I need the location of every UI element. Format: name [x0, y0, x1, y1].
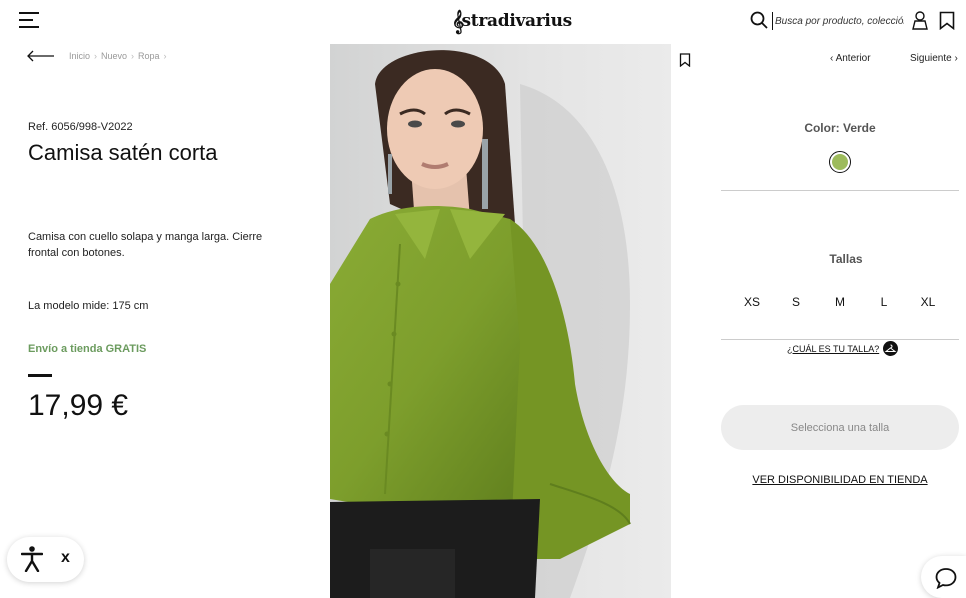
next-label: Siguiente: [910, 53, 952, 64]
back-arrow-icon[interactable]: [27, 50, 55, 62]
size-guide-link[interactable]: ¿CUÁL ES TU TALLA?: [787, 341, 899, 356]
product-description: Camisa con cuello solapa y manga larga. …: [28, 231, 263, 259]
user-icon[interactable]: [911, 11, 929, 30]
product-price: 17,99 €: [28, 389, 129, 422]
wishlist-icon[interactable]: [939, 11, 955, 30]
product-ref: Ref. 6056/998-V2022: [28, 121, 133, 133]
swatch-fill: [832, 154, 848, 170]
divider: [721, 339, 959, 340]
accessibility-widget: x: [7, 537, 84, 582]
search-input[interactable]: [772, 12, 904, 30]
divider: [721, 190, 959, 191]
next-product-link[interactable]: Siguiente ›: [910, 53, 958, 64]
size-option-xl[interactable]: XL: [906, 295, 950, 309]
chevron-right-icon: ›: [94, 51, 98, 61]
logo-text: stradivarius: [461, 11, 573, 31]
bookmark-icon[interactable]: [679, 53, 691, 67]
chat-button[interactable]: [921, 556, 966, 598]
store-availability-link[interactable]: VER DISPONIBILIDAD EN TIENDA: [721, 474, 959, 486]
color-swatch-verde[interactable]: [829, 151, 851, 173]
product-photo: [330, 44, 671, 598]
model-info: La modelo mide: 175 cm: [28, 300, 149, 312]
size-selector: XS S M L XL: [730, 295, 950, 309]
breadcrumb-item-inicio[interactable]: Inicio: [69, 51, 90, 61]
breadcrumb: Inicio › Nuevo › Ropa ›: [69, 51, 167, 61]
size-guide-label: ¿CUÁL ES TU TALLA?: [787, 343, 880, 354]
close-widget-button[interactable]: x: [61, 549, 70, 567]
price-divider: [28, 374, 52, 377]
size-option-l[interactable]: L: [862, 295, 906, 309]
chevron-right-icon: ›: [163, 51, 167, 61]
breadcrumb-item-ropa[interactable]: Ropa: [138, 51, 160, 61]
stradivarius-logo[interactable]: 𝄞 stradivarius: [452, 8, 572, 34]
size-option-s[interactable]: S: [774, 295, 818, 309]
sizes-label: Tallas: [829, 252, 863, 266]
size-option-xs[interactable]: XS: [730, 295, 774, 309]
chevron-right-icon: ›: [951, 53, 958, 64]
accessibility-icon[interactable]: [21, 546, 43, 572]
chevron-right-icon: ›: [131, 51, 135, 61]
size-option-m[interactable]: M: [818, 295, 862, 309]
menu-icon[interactable]: [19, 12, 39, 29]
product-title: Camisa satén corta: [28, 140, 218, 165]
shipping-info: Envío a tienda GRATIS: [28, 343, 147, 355]
previous-product-link[interactable]: ‹ Anterior: [830, 53, 871, 64]
previous-label: Anterior: [835, 53, 871, 64]
hanger-icon: [883, 341, 899, 356]
chat-icon: [935, 568, 957, 589]
product-image[interactable]: [330, 44, 671, 598]
site-header: 𝄞 stradivarius: [0, 0, 966, 42]
search-icon[interactable]: [750, 11, 768, 29]
add-to-cart-button[interactable]: Selecciona una talla: [721, 405, 959, 450]
color-label: Color: Verde: [804, 121, 876, 135]
breadcrumb-item-nuevo[interactable]: Nuevo: [101, 51, 127, 61]
